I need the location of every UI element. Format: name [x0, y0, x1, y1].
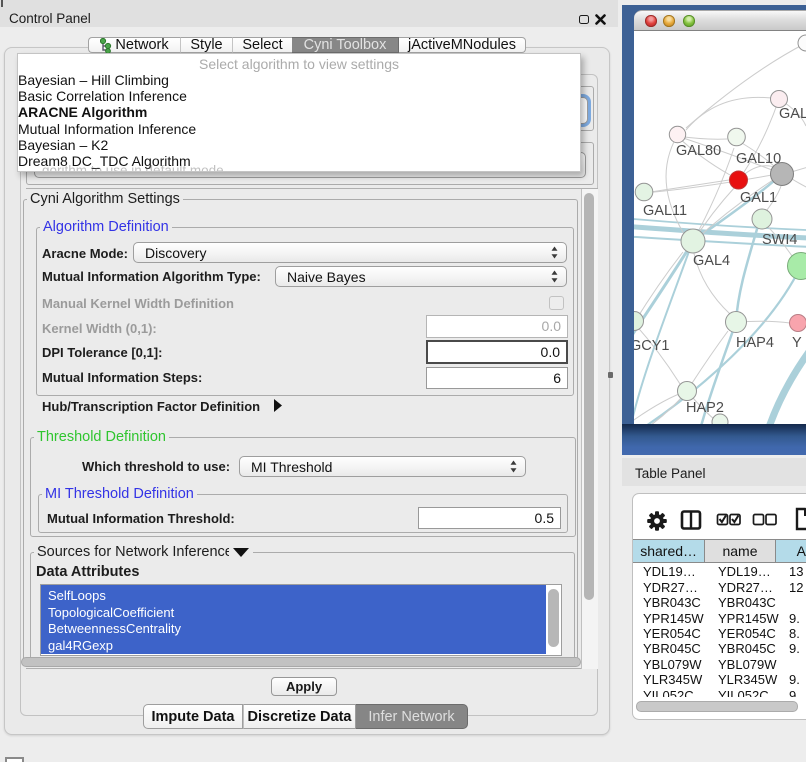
- svg-text:GCY1: GCY1: [634, 338, 670, 354]
- svg-text:GAL2: GAL2: [779, 106, 806, 122]
- svg-text:GAL1: GAL1: [740, 190, 777, 206]
- svg-text:HAP4: HAP4: [736, 335, 774, 351]
- svg-text:HAP2: HAP2: [686, 400, 724, 416]
- svg-text:GAL11: GAL11: [643, 203, 687, 219]
- svg-text:SWI4: SWI4: [762, 232, 797, 248]
- svg-text:GAL10: GAL10: [736, 151, 781, 167]
- svg-text:GAL80: GAL80: [676, 143, 721, 159]
- svg-text:Y: Y: [792, 335, 802, 351]
- svg-text:GAL4: GAL4: [693, 253, 730, 269]
